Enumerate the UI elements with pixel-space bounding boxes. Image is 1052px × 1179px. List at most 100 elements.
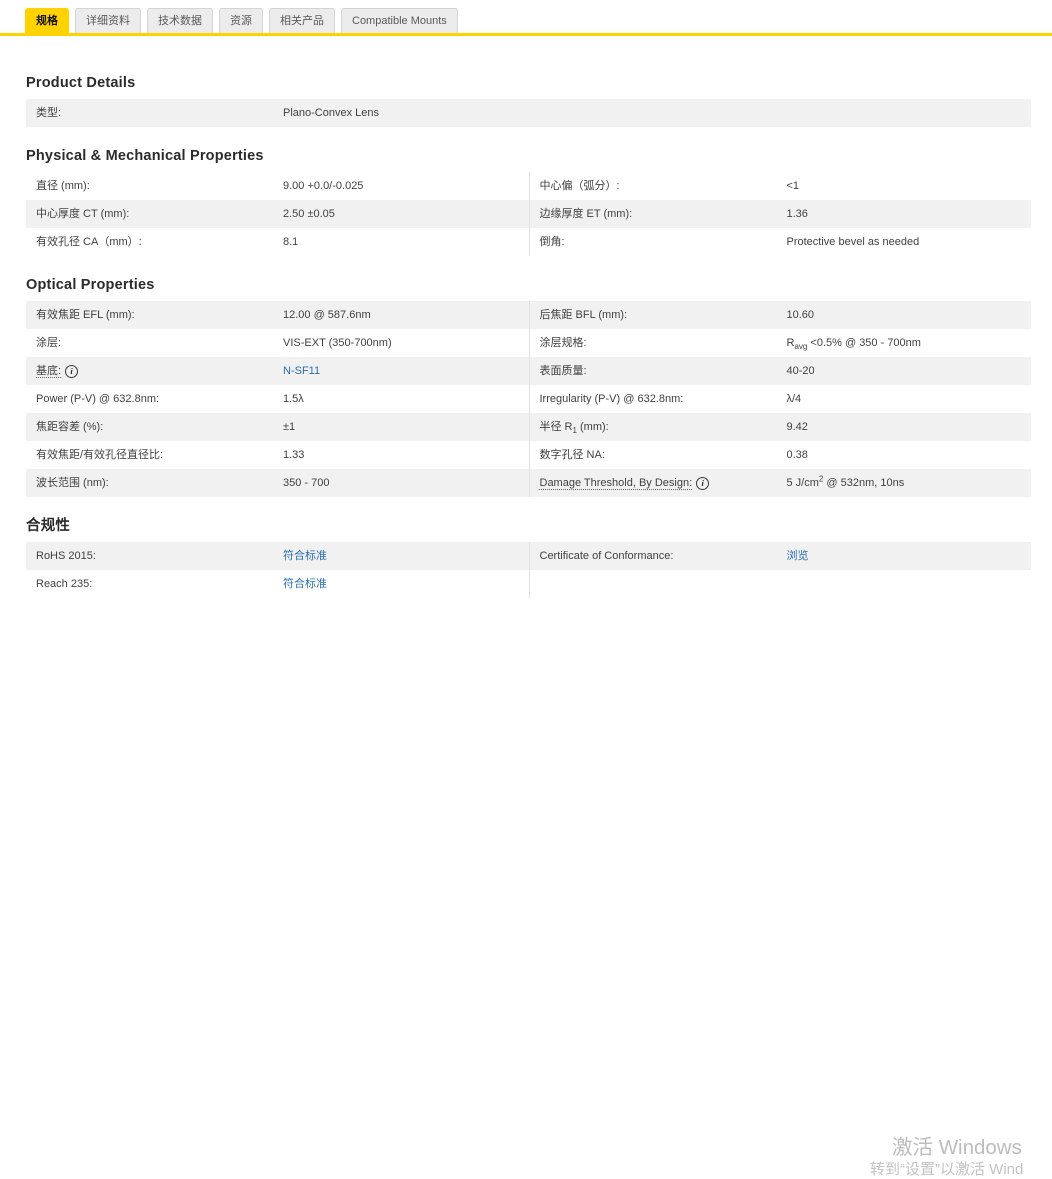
spec-label: 倒角: (540, 228, 787, 256)
spec-label: 涂层: (36, 329, 283, 357)
spec-table: 直径 (mm):9.00 +0.0/-0.025中心偏（弧分）:<1中心厚度 C… (26, 172, 1031, 256)
spec-value-link[interactable]: 符合标准 (283, 570, 529, 598)
spec-label: 有效孔径 CA（mm）: (36, 228, 283, 256)
spec-value-link[interactable]: 符合标准 (283, 542, 529, 570)
spec-value: 40-20 (787, 357, 1032, 385)
info-icon[interactable]: i (696, 477, 709, 490)
spec-row: 中心厚度 CT (mm):2.50 ±0.05 边缘厚度 ET (mm):1.36 (26, 200, 1031, 228)
spec-row: 涂层:VIS-EXT (350-700nm)涂层规格:Ravg <0.5% @ … (26, 329, 1031, 357)
spec-value-link[interactable]: 浏览 (787, 542, 1032, 570)
spec-label: 半径 R1 (mm): (540, 413, 787, 441)
spec-value: 12.00 @ 587.6nm (283, 301, 529, 329)
spec-label: RoHS 2015: (36, 542, 283, 570)
section: 合规性 RoHS 2015:符合标准Certificate of Conforma… (26, 519, 1031, 598)
spec-label: Power (P-V) @ 632.8nm: (36, 385, 283, 413)
spec-cell: 数字孔径 NA:0.38 (529, 441, 1032, 469)
section-title: Product Details (26, 76, 1031, 91)
spec-value: Protective bevel as needed (787, 228, 1032, 256)
spec-label: 波长范围 (nm): (36, 469, 283, 497)
tab-related-products[interactable]: 相关产品 (269, 8, 335, 33)
tab-bar: 规格详细资料技术数据资源相关产品Compatible Mounts (0, 0, 1052, 36)
spec-value: 1.36 (787, 200, 1032, 228)
spec-cell: 倒角:Protective bevel as needed (529, 228, 1032, 256)
tab-compatible-mounts[interactable]: Compatible Mounts (341, 8, 458, 33)
spec-row: Power (P-V) @ 632.8nm:1.5λIrregularity (… (26, 385, 1031, 413)
spec-value: 1.33 (283, 441, 529, 469)
content: Product Details 类型:Plano-Convex Lens Physi… (26, 76, 1031, 598)
section: Optical Properties有效焦距 EFL (mm):12.00 @ … (26, 278, 1031, 497)
spec-row: 波长范围 (nm):350 - 700Damage Threshold, By … (26, 469, 1031, 497)
spec-value: 5 J/cm2 @ 532nm, 10ns (787, 469, 1032, 497)
spec-cell: 波长范围 (nm):350 - 700 (26, 469, 529, 497)
spec-value: 350 - 700 (283, 469, 529, 497)
section: Product Details 类型:Plano-Convex Lens (26, 76, 1031, 127)
watermark-line1: 激活 Windows (892, 1130, 1022, 1160)
spec-cell: 涂层:VIS-EXT (350-700nm) (26, 329, 529, 357)
tab-tech-data[interactable]: 技术数据 (147, 8, 213, 33)
spec-value: 9.42 (787, 413, 1032, 441)
spec-label: Damage Threshold, By Design:i (540, 469, 787, 497)
spec-cell: 类型:Plano-Convex Lens (26, 99, 1031, 127)
spec-cell: 焦距容差 (%):±1 (26, 413, 529, 441)
spec-value: Plano-Convex Lens (283, 99, 1031, 127)
spec-row: 直径 (mm):9.00 +0.0/-0.025中心偏（弧分）:<1 (26, 172, 1031, 200)
spec-cell: 中心偏（弧分）:<1 (529, 172, 1032, 200)
spec-cell: 涂层规格:Ravg <0.5% @ 350 - 700nm (529, 329, 1032, 357)
spec-cell: 有效焦距 EFL (mm):12.00 @ 587.6nm (26, 301, 529, 329)
spec-label: 有效焦距/有效孔径直径比: (36, 441, 283, 469)
spec-label: 涂层规格: (540, 329, 787, 357)
spec-cell (529, 570, 1032, 598)
spec-value: λ/4 (787, 385, 1032, 413)
spec-value: <1 (787, 172, 1032, 200)
spec-row: 类型:Plano-Convex Lens (26, 99, 1031, 127)
spec-cell: 中心厚度 CT (mm):2.50 ±0.05 (26, 200, 529, 228)
spec-label: 有效焦距 EFL (mm): (36, 301, 283, 329)
spec-table: RoHS 2015:符合标准Certificate of Conformance… (26, 542, 1031, 598)
spec-cell: Irregularity (P-V) @ 632.8nm:λ/4 (529, 385, 1032, 413)
spec-value: ±1 (283, 413, 529, 441)
tab-details[interactable]: 详细资料 (75, 8, 141, 33)
spec-cell: 有效孔径 CA（mm）:8.1 (26, 228, 529, 256)
tab-resources[interactable]: 资源 (219, 8, 263, 33)
spec-label: 数字孔径 NA: (540, 441, 787, 469)
spec-row: RoHS 2015:符合标准Certificate of Conformance… (26, 542, 1031, 570)
spec-cell: RoHS 2015:符合标准 (26, 542, 529, 570)
spec-row: 焦距容差 (%):±1半径 R1 (mm):9.42 (26, 413, 1031, 441)
spec-cell: 基底:iN-SF11 (26, 357, 529, 385)
spec-cell: Reach 235:符合标准 (26, 570, 529, 598)
spec-value: Ravg <0.5% @ 350 - 700nm (787, 329, 1032, 357)
spec-value: 1.5λ (283, 385, 529, 413)
spec-value: VIS-EXT (350-700nm) (283, 329, 529, 357)
spec-row: 基底:iN-SF11表面质量:40-20 (26, 357, 1031, 385)
spec-cell: 后焦距 BFL (mm):10.60 (529, 301, 1032, 329)
section-title: 合规性 (26, 519, 1031, 534)
spec-label: 类型: (36, 99, 283, 127)
spec-cell: 半径 R1 (mm):9.42 (529, 413, 1032, 441)
tab-specs[interactable]: 规格 (25, 8, 69, 33)
spec-label: Reach 235: (36, 570, 283, 598)
spec-cell: 直径 (mm):9.00 +0.0/-0.025 (26, 172, 529, 200)
spec-row: 有效孔径 CA（mm）:8.1倒角:Protective bevel as ne… (26, 228, 1031, 256)
spec-cell: Power (P-V) @ 632.8nm:1.5λ (26, 385, 529, 413)
spec-value: 8.1 (283, 228, 529, 256)
spec-value: 10.60 (787, 301, 1032, 329)
spec-value: 0.38 (787, 441, 1032, 469)
spec-label: 中心偏（弧分）: (540, 172, 787, 200)
spec-label: 边缘厚度 ET (mm): (540, 200, 787, 228)
spec-value: 9.00 +0.0/-0.025 (283, 172, 529, 200)
spec-label: 基底:i (36, 357, 283, 385)
spec-cell: Damage Threshold, By Design:i5 J/cm2 @ 5… (529, 469, 1032, 497)
info-icon[interactable]: i (65, 365, 78, 378)
spec-row: 有效焦距/有效孔径直径比:1.33数字孔径 NA:0.38 (26, 441, 1031, 469)
section: Physical & Mechanical Properties 直径 (mm):… (26, 149, 1031, 256)
spec-label: 后焦距 BFL (mm): (540, 301, 787, 329)
spec-label: 表面质量: (540, 357, 787, 385)
section-title: Physical & Mechanical Properties (26, 149, 1031, 164)
spec-cell: 表面质量:40-20 (529, 357, 1032, 385)
spec-value-link[interactable]: N-SF11 (283, 357, 529, 385)
spec-label: 直径 (mm): (36, 172, 283, 200)
spec-row: Reach 235:符合标准 (26, 570, 1031, 598)
spec-label: Irregularity (P-V) @ 632.8nm: (540, 385, 787, 413)
spec-label: 中心厚度 CT (mm): (36, 200, 283, 228)
spec-label: 焦距容差 (%): (36, 413, 283, 441)
